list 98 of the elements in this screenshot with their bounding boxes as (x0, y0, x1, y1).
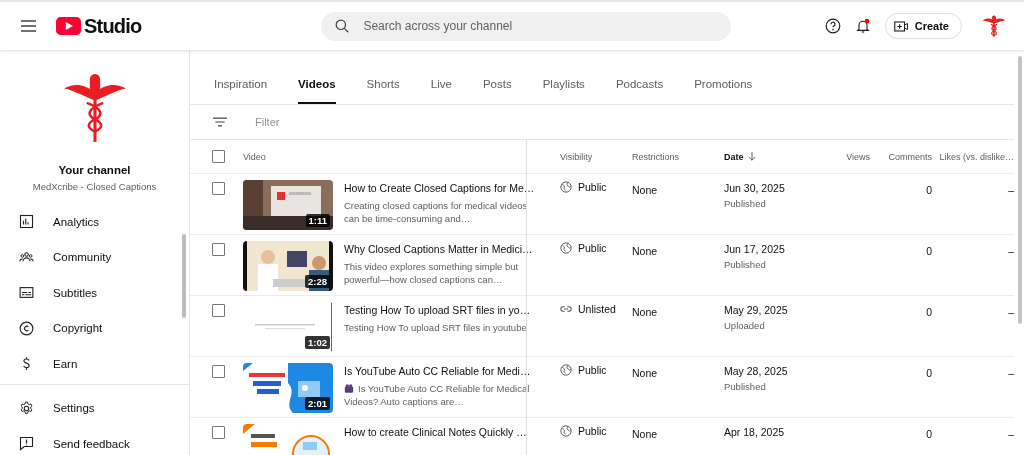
duration-badge: 2:28 (305, 275, 330, 288)
date-cell-text: May 29, 2025 (724, 303, 788, 316)
column-header[interactable]: Likes (vs. dislike… (939, 151, 1014, 162)
table-cell-text: None (632, 305, 658, 318)
video-title[interactable]: How to Create Closed Captions for Me… (344, 182, 534, 194)
video-description: This video explores something simple but powerful—how closed captions can… (344, 260, 520, 286)
table-cell-text: None (632, 427, 658, 440)
globe-icon (560, 242, 572, 254)
nav-copyright-icon (19, 320, 34, 336)
tab[interactable]: Shorts (366, 78, 400, 104)
checkbox[interactable] (212, 243, 225, 256)
scrollbar[interactable] (182, 234, 186, 318)
duration-badge: 1:02 (305, 336, 330, 349)
add-video-icon (893, 20, 909, 32)
duration-badge: 2:01 (305, 397, 330, 410)
channel-name: MedXcribe - Closed Captions (32, 181, 157, 192)
nav-analytics-icon (19, 214, 34, 230)
video-title[interactable]: Testing How To upload SRT files in yo… (344, 304, 534, 316)
column-header[interactable]: Comments (888, 151, 932, 162)
tab[interactable]: Videos (298, 78, 336, 104)
avatar-caduceus-icon[interactable] (982, 14, 1006, 38)
channel-title: Your channel (58, 164, 131, 176)
nav-item[interactable]: Analytics (0, 204, 189, 240)
table-cell-text: – (1008, 427, 1014, 440)
table-cell-text: None (632, 366, 658, 379)
nav-item[interactable]: Settings (0, 390, 189, 426)
play-logo-icon (56, 17, 81, 35)
table-cell-text: 0 (926, 244, 932, 257)
column-header[interactable]: Views (846, 151, 870, 162)
video-title[interactable]: Is YouTube Auto CC Reliable for Medi… (344, 365, 534, 377)
link-icon (560, 303, 572, 315)
scrollbar[interactable] (1018, 56, 1022, 324)
visibility-label[interactable]: Public (578, 364, 607, 376)
video-description: Is YouTube Auto CC Reliable for Medical Videos? Auto captions are… (344, 382, 531, 408)
date-status: Published (724, 381, 766, 392)
table-cell-text: None (632, 183, 658, 196)
table-cell-text: – (1008, 366, 1014, 379)
search-icon (335, 19, 350, 33)
nav-item[interactable]: Subtitles (0, 275, 189, 311)
create-button[interactable]: Create (884, 13, 962, 39)
table-cell-text: 0 (926, 305, 932, 318)
visibility-label[interactable]: Public (578, 242, 607, 254)
date-cell-text: Jun 17, 2025 (724, 242, 785, 255)
nav-item[interactable]: Send feedback (0, 426, 189, 455)
checkbox[interactable] (212, 182, 225, 195)
checkbox[interactable] (212, 304, 225, 317)
video-title[interactable]: Why Closed Captions Matter in Medici… (344, 243, 534, 255)
sort-down-icon (747, 151, 756, 162)
date-cell-text: Jun 30, 2025 (724, 181, 785, 194)
table-cell-text: – (1008, 183, 1014, 196)
globe-icon (560, 425, 572, 437)
date-status: Published (724, 259, 766, 270)
table-cell-text: 0 (926, 366, 932, 379)
tab[interactable]: Playlists (542, 78, 585, 104)
video-title[interactable]: How to create Clinical Notes Quickly … (344, 426, 534, 438)
table-cell-text: – (1008, 244, 1014, 257)
video-description: Testing How To upload SRT files in youtube (344, 321, 528, 334)
search-field[interactable]: Search across your channel (321, 11, 732, 41)
visibility-label[interactable]: Public (578, 181, 607, 193)
menu-icon[interactable] (21, 20, 36, 32)
caduceus-logo-icon (63, 72, 126, 144)
column-header[interactable]: Visibility (560, 151, 593, 162)
duration-badge: 1:11 (305, 214, 330, 227)
settings-icon (19, 400, 34, 416)
column-header[interactable]: Date (724, 151, 756, 162)
camera-icon (344, 384, 354, 393)
globe-icon (560, 181, 572, 193)
table-cell-text: – (1008, 305, 1014, 318)
tab[interactable]: Podcasts (615, 78, 664, 104)
brand-name: Studio (84, 14, 142, 38)
checkbox[interactable] (212, 426, 225, 439)
nav-subtitles-icon (19, 285, 34, 301)
globe-icon (560, 364, 572, 376)
column-header[interactable]: Restrictions (632, 151, 679, 162)
checkbox[interactable] (212, 150, 225, 163)
column-header[interactable]: Video (243, 151, 266, 162)
feedback-icon (19, 436, 34, 452)
help-icon[interactable] (824, 18, 841, 34)
visibility-label[interactable]: Public (578, 425, 607, 437)
table-cell-text: 0 (926, 427, 932, 440)
tab[interactable]: Inspiration (214, 78, 268, 104)
date-status: Published (724, 198, 766, 209)
date-cell-text: Apr 18, 2025 (724, 425, 785, 438)
notifications-icon[interactable] (854, 18, 871, 34)
checkbox[interactable] (212, 365, 225, 378)
filter-icon[interactable] (213, 117, 227, 127)
table-cell-text: None (632, 244, 658, 257)
date-status: Uploaded (724, 320, 765, 331)
visibility-label[interactable]: Unlisted (578, 303, 616, 315)
video-description: Creating closed captions for medical videos can be time-consuming and… (344, 199, 529, 225)
tab[interactable]: Posts (482, 78, 512, 104)
nav-item[interactable]: Community (0, 239, 189, 275)
table-cell-text: 0 (926, 183, 932, 196)
tab[interactable]: Live (430, 78, 452, 104)
nav-item[interactable]: Copyright (0, 310, 189, 346)
nav-item[interactable]: Earn (0, 346, 189, 382)
date-cell-text: May 28, 2025 (724, 364, 788, 377)
tab[interactable]: Promotions (694, 78, 753, 104)
